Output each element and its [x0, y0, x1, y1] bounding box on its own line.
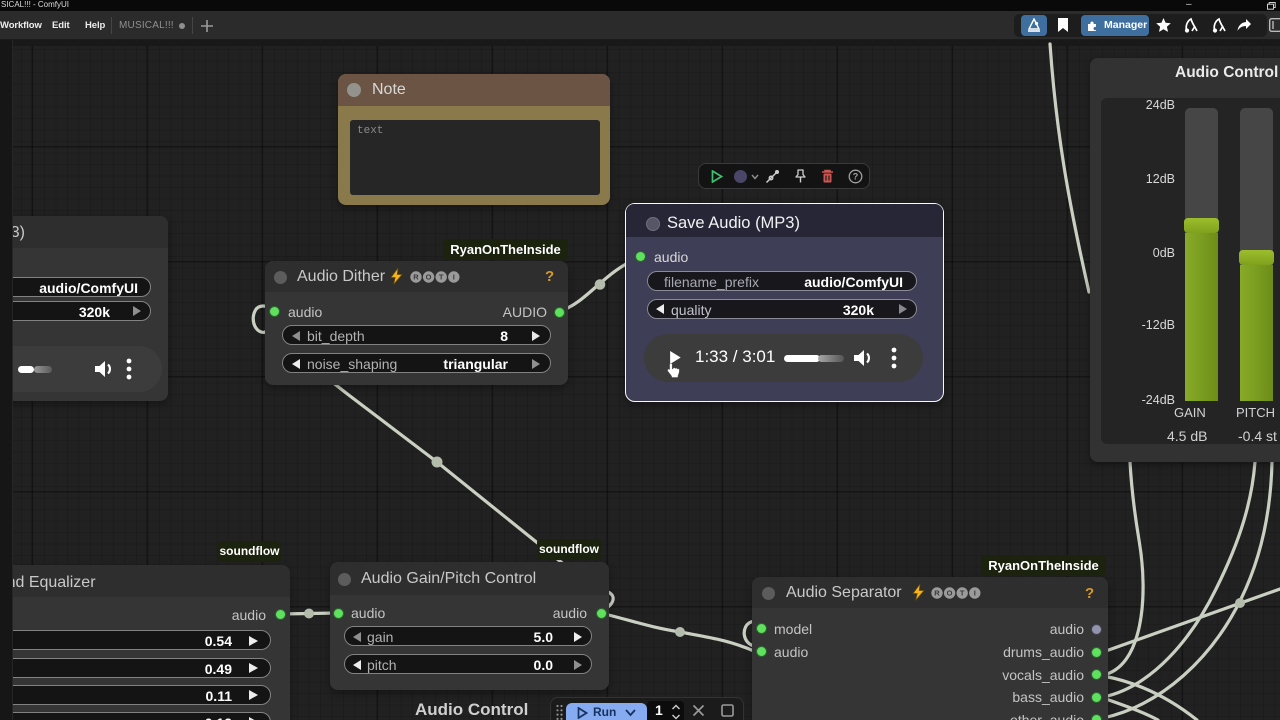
- svg-text:I: I: [974, 589, 976, 598]
- svg-text:R: R: [934, 589, 940, 598]
- svg-text:?: ?: [853, 172, 859, 182]
- svg-text:T: T: [960, 589, 965, 598]
- svg-text:R: R: [413, 273, 419, 282]
- svg-text:I: I: [453, 273, 455, 282]
- svg-text:O: O: [426, 273, 432, 282]
- svg-text:T: T: [439, 273, 444, 282]
- svg-text:O: O: [947, 589, 953, 598]
